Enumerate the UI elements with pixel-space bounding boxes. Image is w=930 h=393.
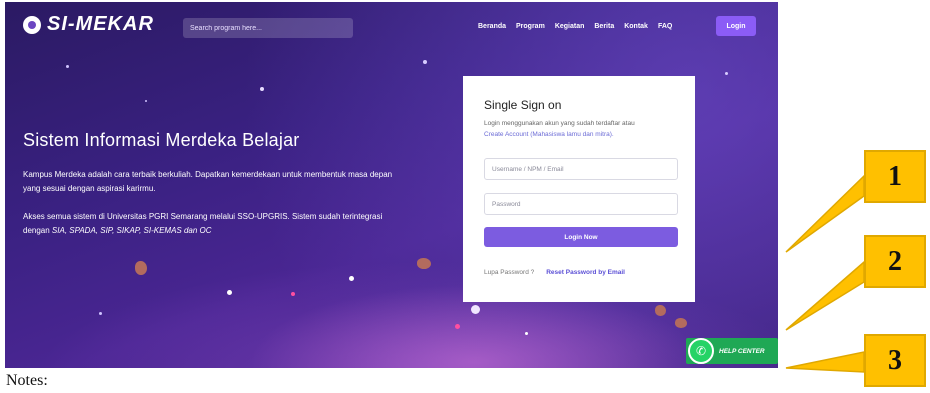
callout-2: 2 xyxy=(864,235,926,288)
callout-arrows xyxy=(785,174,865,373)
page: SI-MEKAR Beranda Program Kegiatan Berita… xyxy=(0,0,930,393)
notes-label: Notes: xyxy=(6,372,48,389)
callout-1-arrow xyxy=(785,174,865,253)
callout-1: 1 xyxy=(864,150,926,203)
callout-3: 3 xyxy=(864,334,926,387)
callout-3-arrow xyxy=(785,351,865,373)
callout-2-arrow xyxy=(785,260,865,331)
